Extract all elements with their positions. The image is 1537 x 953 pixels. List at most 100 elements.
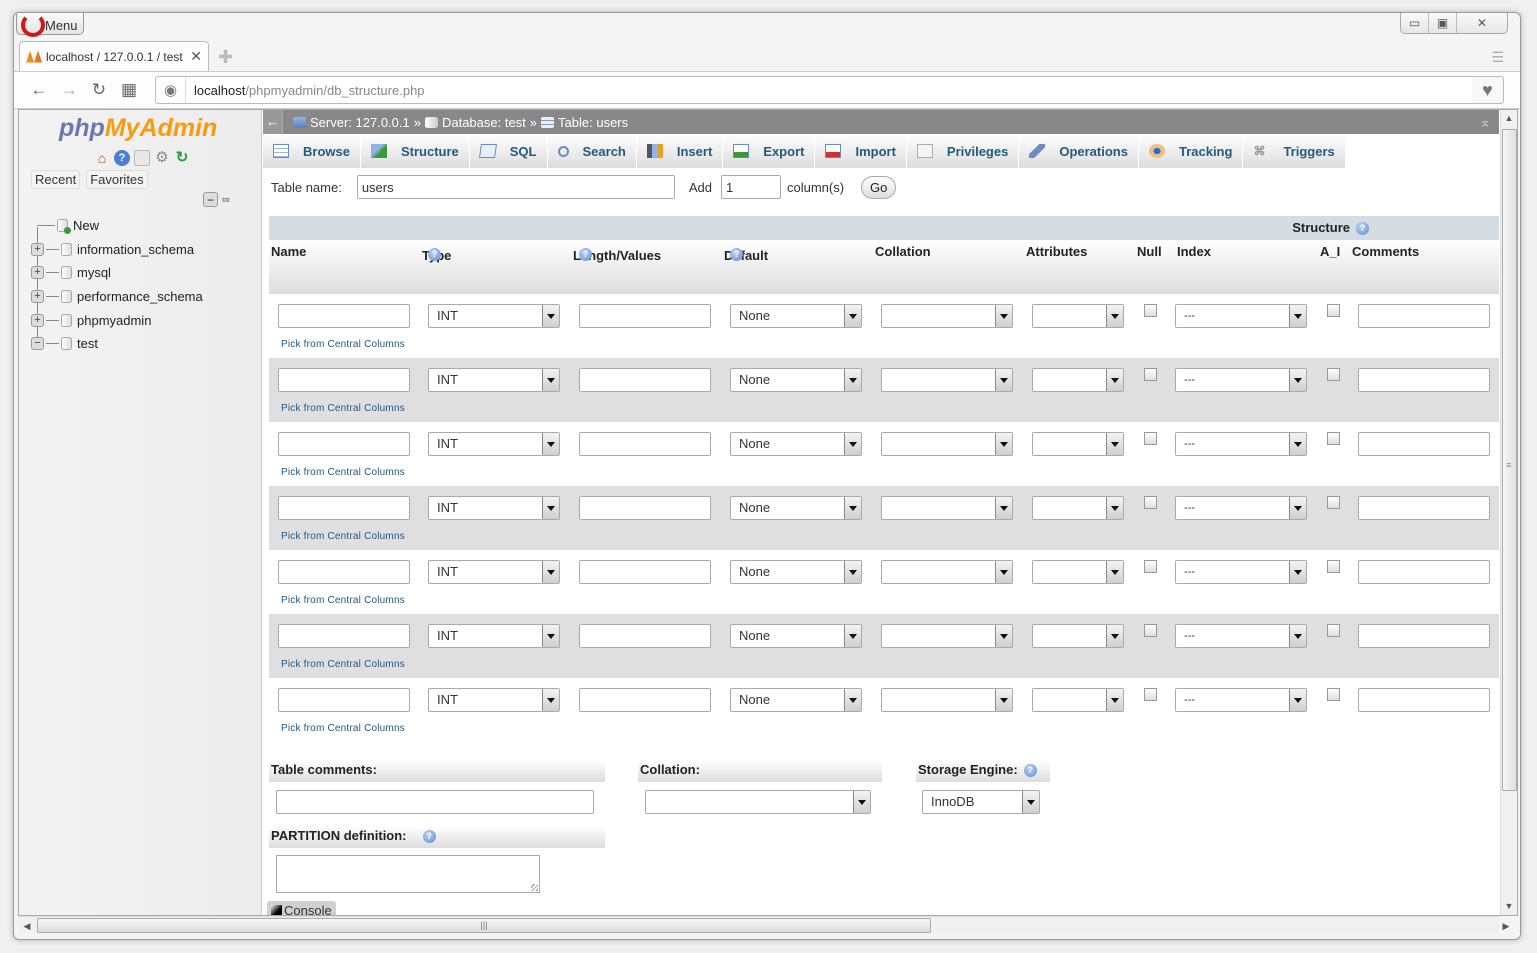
tab-export[interactable]: Export [723, 134, 816, 168]
collapse-icon[interactable]: − [31, 337, 44, 351]
column-default-select[interactable]: None [730, 688, 862, 712]
reload-navigation-icon[interactable]: ↻ [174, 150, 190, 166]
pick-central-columns-link[interactable]: Pick from Central Columns [281, 467, 405, 478]
column-null-checkbox[interactable] [1144, 624, 1157, 637]
column-name-input[interactable] [278, 368, 410, 392]
scroll-down-icon[interactable]: ▼ [1501, 898, 1517, 915]
pick-central-columns-link[interactable]: Pick from Central Columns [281, 723, 405, 734]
table-comments-input[interactable] [276, 790, 594, 814]
phpmyadmin-logo[interactable]: phpMyAdmin [59, 114, 217, 143]
column-index-select[interactable]: --- [1175, 624, 1307, 648]
column-index-select[interactable]: --- [1175, 304, 1307, 328]
tree-item-database[interactable]: + information_schema [31, 238, 203, 262]
column-name-input[interactable] [278, 432, 410, 456]
column-type-select[interactable]: INT [428, 688, 560, 712]
column-attributes-select[interactable] [1032, 304, 1124, 328]
column-name-input[interactable] [278, 496, 410, 520]
browser-menu-button[interactable]: Menu [16, 13, 84, 37]
collapse-sidebar-icon[interactable]: ← [263, 110, 283, 134]
address-input[interactable]: localhost/phpmyadmin/db_structure.php [186, 83, 425, 98]
help-icon[interactable]: ? [114, 150, 130, 166]
tree-item-database[interactable]: + phpmyadmin [31, 308, 203, 332]
browser-tab[interactable]: localhost / 127.0.0.1 / test ✕ [19, 41, 209, 71]
expand-icon[interactable]: + [31, 313, 44, 327]
expand-icon[interactable]: + [31, 290, 44, 304]
pick-central-columns-link[interactable]: Pick from Central Columns [281, 403, 405, 414]
column-index-select[interactable]: --- [1175, 496, 1307, 520]
console-toggle[interactable]: Console [267, 901, 336, 915]
breadcrumb-table[interactable]: Table: users [541, 115, 628, 130]
pick-central-columns-link[interactable]: Pick from Central Columns [281, 595, 405, 606]
column-type-select[interactable]: INT [428, 560, 560, 584]
tab-browse[interactable]: Browse [263, 134, 361, 168]
column-attributes-select[interactable] [1032, 496, 1124, 520]
expand-icon[interactable]: + [31, 266, 44, 280]
column-attributes-select[interactable] [1032, 368, 1124, 392]
table-name-input[interactable] [356, 175, 675, 199]
horizontal-scrollbar[interactable]: ◀ ||| ▶ [18, 916, 1509, 934]
help-icon[interactable]: ? [1023, 764, 1037, 778]
column-comments-input[interactable] [1358, 624, 1490, 648]
column-comments-input[interactable] [1358, 368, 1490, 392]
recent-tab[interactable]: Recent [31, 170, 81, 189]
column-name-input[interactable] [278, 560, 410, 584]
column-comments-input[interactable] [1358, 432, 1490, 456]
column-null-checkbox[interactable] [1144, 368, 1157, 381]
column-default-select[interactable]: None [730, 304, 862, 328]
column-type-select[interactable]: INT [428, 496, 560, 520]
help-icon[interactable]: ? [730, 248, 743, 261]
column-length-input[interactable] [579, 688, 711, 712]
favorites-tab[interactable]: Favorites [86, 170, 148, 189]
column-collation-select[interactable] [881, 496, 1013, 520]
scroll-right-icon[interactable]: ▶ [1499, 917, 1513, 935]
column-comments-input[interactable] [1358, 304, 1490, 328]
address-bar[interactable]: ◉ localhost/phpmyadmin/db_structure.php [155, 76, 1475, 104]
column-attributes-select[interactable] [1032, 432, 1124, 456]
maximize-button[interactable]: ▣ [1429, 13, 1457, 33]
tree-item-database[interactable]: + performance_schema [31, 285, 203, 309]
tab-sql[interactable]: SQL [469, 134, 548, 168]
column-null-checkbox[interactable] [1144, 432, 1157, 445]
column-index-select[interactable]: --- [1175, 688, 1307, 712]
pick-central-columns-link[interactable]: Pick from Central Columns [281, 531, 405, 542]
column-length-input[interactable] [579, 304, 711, 328]
column-length-input[interactable] [579, 432, 711, 456]
column-comments-input[interactable] [1358, 688, 1490, 712]
column-null-checkbox[interactable] [1144, 688, 1157, 701]
column-ai-checkbox[interactable] [1327, 688, 1340, 701]
tab-insert[interactable]: Insert [636, 134, 724, 168]
column-collation-select[interactable] [881, 560, 1013, 584]
column-length-input[interactable] [579, 624, 711, 648]
tab-menu-icon[interactable]: ☰ [1491, 49, 1504, 66]
vertical-scrollbar[interactable]: ▲ ≡ ▼ [1500, 110, 1517, 915]
table-collation-select[interactable] [645, 790, 871, 814]
expand-icon[interactable]: + [31, 242, 44, 256]
column-name-input[interactable] [278, 688, 410, 712]
column-collation-select[interactable] [881, 368, 1013, 392]
column-ai-checkbox[interactable] [1327, 496, 1340, 509]
breadcrumb-server[interactable]: Server: 127.0.0.1 [293, 115, 410, 130]
column-null-checkbox[interactable] [1144, 560, 1157, 573]
documentation-icon[interactable] [134, 150, 150, 166]
collapse-all-icon[interactable]: − [203, 192, 218, 207]
scrollbar-thumb[interactable]: ≡ [1502, 129, 1517, 791]
column-ai-checkbox[interactable] [1327, 560, 1340, 573]
column-type-select[interactable]: INT [428, 368, 560, 392]
column-collation-select[interactable] [881, 432, 1013, 456]
column-comments-input[interactable] [1358, 496, 1490, 520]
column-index-select[interactable]: --- [1175, 432, 1307, 456]
column-collation-select[interactable] [881, 624, 1013, 648]
column-collation-select[interactable] [881, 304, 1013, 328]
column-default-select[interactable]: None [730, 432, 862, 456]
column-attributes-select[interactable] [1032, 624, 1124, 648]
collapse-top-menu-icon[interactable]: ⌅ [1479, 114, 1491, 131]
column-default-select[interactable]: None [730, 496, 862, 520]
column-default-select[interactable]: None [730, 560, 862, 584]
column-index-select[interactable]: --- [1175, 560, 1307, 584]
bookmark-heart-icon[interactable]: ♥ [1472, 76, 1504, 104]
storage-engine-select[interactable]: InnoDB [922, 790, 1040, 814]
new-tab-icon[interactable]: ✚ [218, 47, 233, 68]
add-columns-input[interactable] [720, 175, 781, 199]
reload-icon[interactable]: ↻ [84, 80, 114, 100]
column-ai-checkbox[interactable] [1327, 368, 1340, 381]
